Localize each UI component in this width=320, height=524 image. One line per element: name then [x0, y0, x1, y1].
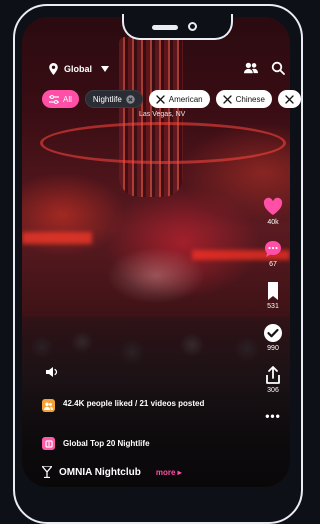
share-count: 306	[267, 387, 279, 394]
venue-title[interactable]: OMNIA Nightclub more ▸	[42, 466, 182, 478]
filter-chip-row: All Nightlife American Chinese	[42, 90, 301, 108]
like-count: 40k	[267, 219, 279, 226]
top-list-link[interactable]: Global Top 20 Nightlife	[42, 437, 150, 450]
location-caption: Las Vegas, NV	[139, 111, 186, 118]
top-list-text: Global Top 20 Nightlife	[63, 439, 150, 448]
friends-icon[interactable]	[244, 61, 258, 75]
utensils-icon	[285, 94, 294, 104]
chip-label: All	[63, 94, 72, 104]
scene-light-ring	[40, 122, 286, 164]
chip-nightlife[interactable]: Nightlife	[84, 90, 143, 108]
heart-icon	[263, 197, 283, 215]
chip-american[interactable]: American	[148, 90, 210, 108]
caret-down-icon	[101, 66, 110, 72]
save-button[interactable]: 531	[263, 281, 283, 310]
scene-glow	[22, 232, 92, 244]
comment-button[interactable]: 67	[263, 239, 283, 268]
comment-count: 67	[269, 261, 277, 268]
chip-label: Chinese	[235, 94, 265, 104]
chip-chinese[interactable]: Chinese	[215, 90, 272, 108]
video-feed-screen[interactable]	[22, 17, 290, 487]
more-options-icon[interactable]: •••	[265, 409, 281, 423]
list-icon	[42, 437, 55, 450]
search-icon[interactable]	[271, 61, 285, 75]
bookmark-icon	[268, 282, 278, 300]
speaker-icon[interactable]	[46, 366, 60, 378]
utensils-icon	[156, 94, 165, 104]
utensils-icon	[222, 94, 232, 104]
likes-summary[interactable]: 42.4K people liked / 21 videos posted	[42, 399, 242, 412]
location-selector[interactable]: Global	[49, 61, 110, 77]
sliders-icon	[49, 94, 59, 104]
people-icon	[42, 399, 55, 412]
location-label: Global	[64, 64, 93, 74]
visited-count: 990	[267, 345, 279, 352]
venue-name: OMNIA Nightclub	[59, 466, 141, 478]
likes-summary-text: 42.4K people liked / 21 videos posted	[63, 399, 205, 408]
chip-all[interactable]: All	[42, 90, 79, 108]
action-rail: 40k 67 531 990 306 •••	[257, 197, 289, 423]
share-icon	[266, 366, 280, 384]
save-count: 531	[267, 303, 279, 310]
check-circle-icon	[264, 324, 282, 342]
close-icon[interactable]	[126, 94, 135, 104]
front-camera	[188, 22, 197, 31]
chip-more-partial[interactable]	[277, 90, 301, 108]
chip-label: Nightlife	[92, 94, 122, 104]
share-button[interactable]: 306	[263, 365, 283, 394]
chip-label: American	[168, 94, 203, 104]
speaker-grille	[152, 25, 178, 30]
comment-icon	[265, 241, 281, 257]
visited-button[interactable]: 990	[263, 323, 283, 352]
like-button[interactable]: 40k	[263, 197, 283, 226]
pin-icon	[49, 63, 58, 75]
cocktail-icon	[42, 466, 52, 478]
more-link[interactable]: more ▸	[156, 468, 182, 477]
